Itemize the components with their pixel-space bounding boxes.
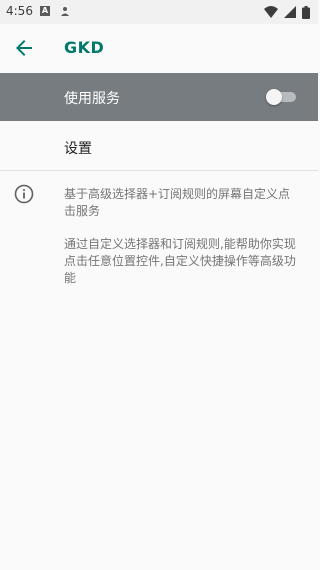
a-notification-icon: A [40, 6, 50, 16]
use-service-label: 使用服务 [64, 91, 120, 107]
battery-icon [302, 5, 310, 19]
use-service-switch[interactable] [266, 89, 296, 105]
description-paragraph-1: 基于高级选择器+订阅规则的屏幕自定义点击服务 [64, 187, 291, 218]
use-service-row[interactable]: 使用服务 [0, 73, 318, 121]
status-time: 4:56 [6, 4, 33, 18]
settings-label: 设置 [64, 141, 92, 157]
info-icon [14, 184, 34, 204]
service-description: 基于高级选择器+订阅规则的屏幕自定义点击服务 通过自定义选择器和订阅规则,能帮助… [64, 186, 300, 303]
status-bar: 4:56 A [0, 0, 318, 24]
switch-thumb [266, 89, 282, 105]
page-title: GKD [64, 38, 105, 57]
arrow-back-icon[interactable] [12, 36, 36, 60]
cellular-signal-icon [284, 6, 296, 18]
description-paragraph-2: 通过自定义选择器和订阅规则,能帮助你实现点击任意位置控件,自定义快捷操作等高级功… [64, 237, 296, 285]
app-toolbar: GKD [0, 24, 318, 72]
settings-item[interactable]: 设置 [0, 122, 318, 170]
status-right-icons [264, 5, 310, 19]
divider [0, 170, 318, 171]
wifi-icon [264, 6, 278, 18]
person-notification-icon [61, 7, 69, 16]
